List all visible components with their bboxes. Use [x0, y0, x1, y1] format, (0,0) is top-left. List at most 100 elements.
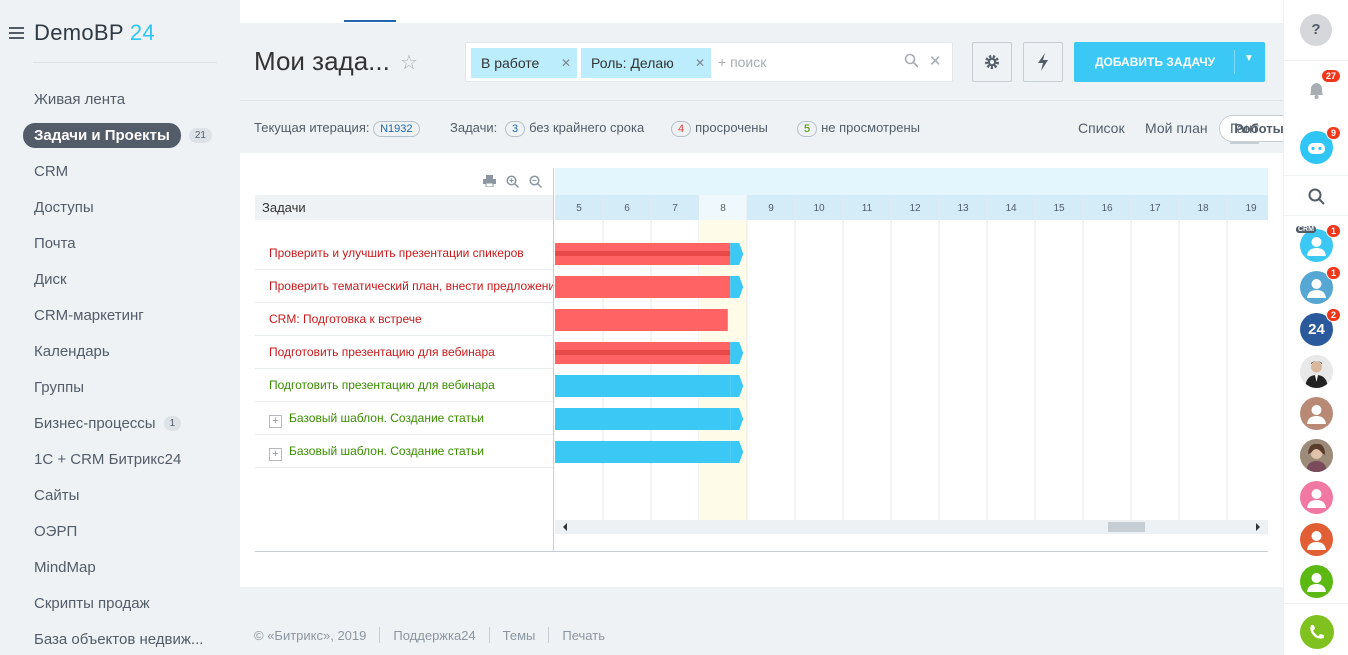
person-icon [1307, 489, 1326, 508]
task-title[interactable]: Подготовить презентацию для вебинара [269, 345, 495, 359]
divider [1284, 60, 1348, 61]
dropdown-arrow-icon[interactable]: ▼ [1244, 53, 1254, 64]
page-title: Мои зада... [254, 46, 390, 76]
task-row[interactable]: Проверить тематический план, внести пред… [255, 270, 553, 303]
filter-chip-label: В работе [481, 55, 540, 71]
filter-chip-role[interactable]: Роль: Делаю ✕ [581, 48, 711, 78]
sidebar-item-label: CRM [34, 162, 69, 180]
sidebar-item[interactable]: 1С + CRM Битрикс24 [23, 441, 238, 477]
chip-close-icon[interactable]: ✕ [561, 56, 571, 70]
sidebar-item-count: 21 [188, 127, 212, 143]
bitrix24-chat[interactable]: 24 2 [1300, 308, 1341, 346]
sidebar-item[interactable]: Диск [23, 261, 238, 297]
chip-close-icon[interactable]: ✕ [695, 56, 705, 70]
logo[interactable]: DemoBP 24 [34, 20, 155, 46]
view-gantt[interactable]: Гант [1230, 120, 1259, 144]
print-link[interactable]: Печать [562, 628, 605, 643]
contact-avatar[interactable] [1300, 565, 1333, 598]
robot-chat-button[interactable]: 9 [1300, 126, 1341, 164]
filter-bar[interactable]: В работе ✕ Роль: Делаю ✕ + поиск ✕ [465, 42, 953, 82]
crm-tag: CRM [1296, 226, 1316, 233]
sidebar-item-label: Группы [34, 378, 84, 396]
user-photo-avatar[interactable] [1300, 439, 1333, 472]
search-icon[interactable] [904, 53, 919, 72]
task-title[interactable]: Подготовить презентацию для вебинара [269, 378, 495, 392]
task-bar[interactable] [555, 441, 731, 463]
sidebar-item[interactable]: ОЭРП [23, 513, 238, 549]
scrollbar-thumb[interactable] [1108, 522, 1145, 532]
task-title[interactable]: Базовый шаблон. Создание статьи [289, 411, 484, 425]
task-row[interactable]: + Базовый шаблон. Создание статьи [255, 435, 553, 468]
favorite-star-icon[interactable]: ☆ [400, 50, 418, 75]
view-my-plan[interactable]: Мой план [1145, 120, 1208, 136]
contact-avatar[interactable] [1300, 523, 1333, 556]
phone-button[interactable] [1300, 615, 1334, 649]
clear-icon[interactable]: ✕ [929, 52, 942, 70]
day-label: 10 [813, 203, 825, 214]
task-bar[interactable] [555, 309, 728, 331]
task-bar[interactable] [555, 408, 731, 430]
expand-icon[interactable]: + [269, 448, 282, 461]
task-row[interactable]: + Базовый шаблон. Создание статьи [255, 402, 553, 435]
print-icon[interactable] [483, 175, 496, 191]
task-row[interactable]: Подготовить презентацию для вебинара [255, 369, 553, 402]
search-input[interactable]: + поиск [718, 54, 766, 70]
sidebar-item[interactable]: Живая лента [23, 81, 238, 117]
sidebar-item[interactable]: Скрипты продаж [23, 585, 238, 621]
automation-button[interactable] [1023, 42, 1063, 82]
no-deadline-counter[interactable]: 3 без крайнего срока [505, 120, 644, 137]
sidebar-item[interactable]: Доступы [23, 189, 238, 225]
zoom-out-icon[interactable] [529, 175, 543, 191]
sidebar-item[interactable]: Календарь [23, 333, 238, 369]
left-menu: Живая лента Задачи и Проекты 21 CRM Доступы П… [23, 81, 238, 655]
user-photo-avatar[interactable] [1300, 355, 1333, 388]
sidebar-item[interactable]: CRM-маркетинг [23, 297, 238, 333]
horizontal-scrollbar[interactable] [555, 520, 1268, 534]
sidebar-item[interactable]: MindMap [23, 549, 238, 585]
left-sidebar: DemoBP 24 Живая лента Задачи и Проекты 21 C… [0, 0, 240, 655]
task-title[interactable]: Базовый шаблон. Создание статьи [289, 444, 484, 458]
zoom-in-icon[interactable] [506, 175, 520, 191]
view-list[interactable]: Список [1078, 120, 1125, 136]
day-label: 11 [862, 203, 873, 214]
task-title[interactable]: Проверить тематический план, внести пред… [269, 279, 553, 293]
contact-avatar[interactable]: 1 [1300, 266, 1341, 304]
filter-chip-status[interactable]: В работе ✕ [471, 48, 577, 78]
themes-link[interactable]: Темы [503, 628, 536, 643]
iteration-badge[interactable]: N1932 [373, 121, 420, 137]
task-bar[interactable] [555, 276, 731, 298]
gear-icon [985, 55, 999, 69]
sidebar-item[interactable]: Бизнес-процессы 1 [23, 405, 238, 441]
task-row[interactable]: Проверить и улучшить презентации спикеро… [255, 237, 553, 270]
help-icon[interactable]: ? [1300, 14, 1332, 46]
contact-avatar[interactable] [1300, 397, 1333, 430]
sidebar-item-label: Диск [34, 270, 67, 288]
day-label: 18 [1197, 203, 1209, 214]
add-task-button[interactable]: ДОБАВИТЬ ЗАДАЧУ ▼ [1074, 42, 1265, 82]
sidebar-item[interactable]: Почта [23, 225, 238, 261]
sidebar-item[interactable]: Группы [23, 369, 238, 405]
task-row[interactable]: CRM: Подготовка к встрече [255, 303, 553, 336]
person-icon [1307, 405, 1326, 424]
sidebar-item[interactable]: База объектов недвиж... [23, 621, 238, 655]
overdue-counter[interactable]: 4 просрочены [671, 120, 768, 137]
task-row[interactable]: Подготовить презентацию для вебинара [255, 336, 553, 369]
task-title[interactable]: CRM: Подготовка к встрече [269, 312, 422, 326]
sidebar-item[interactable]: CRM [23, 153, 238, 189]
contact-avatar[interactable] [1300, 481, 1333, 514]
notifications-button[interactable]: 27 [1300, 69, 1341, 107]
search-button[interactable] [1300, 180, 1333, 213]
task-title[interactable]: Проверить и улучшить презентации спикеро… [269, 246, 524, 260]
unseen-counter[interactable]: 5 не просмотрены [797, 120, 920, 137]
crm-contact-avatar[interactable]: CRM 1 [1296, 224, 1341, 262]
unread-count: 1 [1325, 224, 1341, 238]
menu-burger-icon[interactable] [9, 27, 24, 39]
expand-icon[interactable]: + [269, 415, 282, 428]
task-bar[interactable] [555, 375, 731, 397]
sidebar-item[interactable]: Сайты [23, 477, 238, 513]
sidebar-item[interactable]: Задачи и Проекты 21 [23, 117, 238, 153]
support-link[interactable]: Поддержка24 [393, 628, 475, 643]
unread-count: 1 [1325, 266, 1341, 280]
settings-button[interactable] [972, 42, 1012, 82]
unread-count: 2 [1325, 308, 1341, 322]
